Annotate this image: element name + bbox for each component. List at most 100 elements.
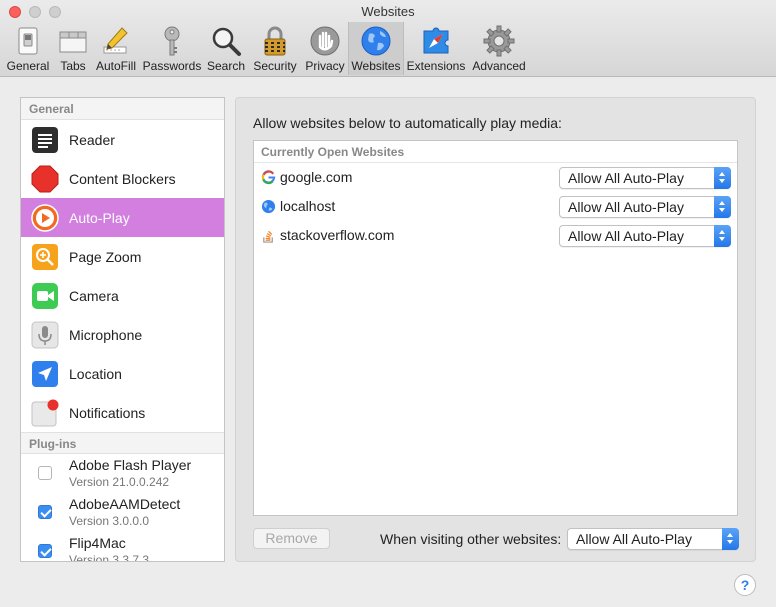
google-g-icon: [261, 170, 276, 185]
toolbar-extensions[interactable]: Extensions: [406, 22, 466, 75]
plugin-version: Version 3.3.7.3: [69, 553, 150, 562]
toolbar-passwords[interactable]: Passwords: [141, 22, 203, 75]
sidebar-item-label: Content Blockers: [69, 170, 176, 187]
sidebar-item-label: Notifications: [69, 404, 146, 421]
toolbar-label: Passwords: [142, 59, 202, 73]
sidebar-item-auto-play[interactable]: Auto-Play: [21, 198, 224, 237]
select-value: Allow All Auto-Play: [576, 531, 692, 547]
website-name: localhost: [280, 198, 336, 214]
sidebar-header-general: General: [21, 98, 224, 120]
toolbar-label: AutoFill: [95, 59, 136, 73]
microphone-icon: [31, 321, 59, 348]
select-value: Allow All Auto-Play: [568, 170, 684, 186]
help-button[interactable]: ?: [734, 574, 756, 596]
puzzle-compass-icon: [423, 27, 449, 54]
sidebar-item-camera[interactable]: Camera: [21, 276, 224, 315]
plugin-version: Version 21.0.0.242: [69, 475, 170, 489]
reader-icon: [32, 126, 58, 153]
auto-play-select[interactable]: Allow All Auto-Play: [559, 225, 731, 247]
website-row[interactable]: stackoverflow.com Allow All Auto-Play: [254, 221, 737, 250]
magnifier-icon: [212, 27, 241, 56]
auto-play-select[interactable]: Allow All Auto-Play: [559, 167, 731, 189]
toolbar-search[interactable]: Search: [204, 22, 248, 75]
select-value: Allow All Auto-Play: [568, 199, 684, 215]
plugin-item: AdobeAAMDetect Version 3.0.0.0: [21, 493, 224, 532]
notification-badge-icon: [31, 399, 59, 426]
general-switch-icon: [18, 27, 38, 55]
globe-icon: [361, 26, 391, 56]
toolbar-label: Privacy: [305, 59, 345, 73]
sidebar-item-label: Camera: [69, 287, 119, 304]
toolbar-label: Extensions: [406, 59, 466, 73]
website-name: stackoverflow.com: [280, 227, 395, 243]
select-value: Allow All Auto-Play: [568, 228, 684, 244]
plugin-item: Adobe Flash Player Version 21.0.0.242: [21, 454, 224, 493]
title-bar: Websites General Tabs AutoFill Passwords…: [0, 0, 776, 77]
toolbar-label: Security: [253, 59, 297, 73]
camera-icon: [32, 282, 58, 309]
sidebar-item-page-zoom[interactable]: Page Zoom: [21, 237, 224, 276]
chevron-updown-icon: [714, 167, 731, 189]
sidebar-item-label: Microphone: [69, 326, 143, 343]
globe-icon: [261, 199, 276, 214]
toolbar-general[interactable]: General: [3, 22, 53, 75]
websites-table: Currently Open Websites google.com Allow…: [253, 140, 738, 516]
other-websites-select[interactable]: Allow All Auto-Play: [567, 528, 739, 550]
sidebar-item-microphone[interactable]: Microphone: [21, 315, 224, 354]
sidebar-header-plugins: Plug-ins: [21, 432, 224, 454]
toolbar-label: Tabs: [60, 59, 86, 73]
key-icon: [164, 26, 180, 56]
website-row[interactable]: localhost Allow All Auto-Play: [254, 192, 737, 221]
toolbar-label: General: [6, 59, 50, 73]
zoom-icon: [32, 243, 58, 270]
sidebar-item-label: Page Zoom: [69, 248, 142, 265]
toolbar-security[interactable]: Security: [250, 22, 300, 75]
hand-icon: [310, 26, 340, 56]
settings-sidebar: General Reader Content Blockers Auto-Pla…: [20, 97, 225, 562]
plugin-name: Adobe Flash Player: [69, 457, 192, 473]
toolbar-label: Search: [206, 59, 246, 73]
sidebar-item-label: Reader: [69, 131, 115, 148]
website-row[interactable]: google.com Allow All Auto-Play: [254, 163, 737, 192]
chevron-updown-icon: [714, 225, 731, 247]
table-header: Currently Open Websites: [254, 141, 737, 163]
sidebar-item-label: Auto-Play: [69, 209, 130, 226]
autofill-pencil-icon: [103, 27, 128, 54]
toolbar-autofill[interactable]: AutoFill: [93, 22, 139, 75]
plugin-checkbox[interactable]: [38, 466, 52, 480]
remove-button[interactable]: Remove: [253, 528, 330, 549]
sidebar-item-content-blockers[interactable]: Content Blockers: [21, 159, 224, 198]
plugin-version: Version 3.0.0.0: [69, 514, 150, 528]
toolbar-advanced[interactable]: Advanced: [469, 22, 529, 75]
toolbar-label: Websites: [351, 59, 401, 73]
auto-play-panel: Allow websites below to automatically pl…: [235, 97, 756, 562]
auto-play-select[interactable]: Allow All Auto-Play: [559, 196, 731, 218]
location-arrow-icon: [32, 360, 58, 387]
other-websites-label: When visiting other websites:: [380, 531, 562, 547]
preferences-toolbar: General Tabs AutoFill Passwords Search S…: [0, 22, 776, 77]
tabs-icon: [59, 31, 87, 53]
panel-description: Allow websites below to automatically pl…: [253, 115, 562, 131]
chevron-updown-icon: [714, 196, 731, 218]
plugin-name: Flip4Mac: [69, 535, 126, 551]
plugin-name: AdobeAAMDetect: [69, 496, 181, 512]
sidebar-item-notifications[interactable]: Notifications: [21, 393, 224, 432]
plugin-item: Flip4Mac Version 3.3.7.3: [21, 532, 224, 562]
toolbar-tabs[interactable]: Tabs: [53, 22, 93, 75]
toolbar-privacy[interactable]: Privacy: [302, 22, 348, 75]
sidebar-item-label: Location: [69, 365, 122, 382]
stop-sign-icon: [31, 165, 59, 192]
toolbar-label: Advanced: [472, 59, 526, 73]
toolbar-websites[interactable]: Websites: [348, 22, 404, 75]
plugin-checkbox[interactable]: [38, 544, 52, 558]
play-icon: [31, 203, 59, 232]
gear-icon: [483, 25, 515, 57]
website-name: google.com: [280, 169, 353, 185]
padlock-icon: [264, 26, 286, 56]
window-title: Websites: [361, 4, 415, 19]
plugin-checkbox[interactable]: [38, 505, 52, 519]
sidebar-item-reader[interactable]: Reader: [21, 120, 224, 159]
chevron-updown-icon: [722, 528, 739, 550]
sidebar-item-location[interactable]: Location: [21, 354, 224, 393]
stackoverflow-icon: [263, 230, 273, 243]
